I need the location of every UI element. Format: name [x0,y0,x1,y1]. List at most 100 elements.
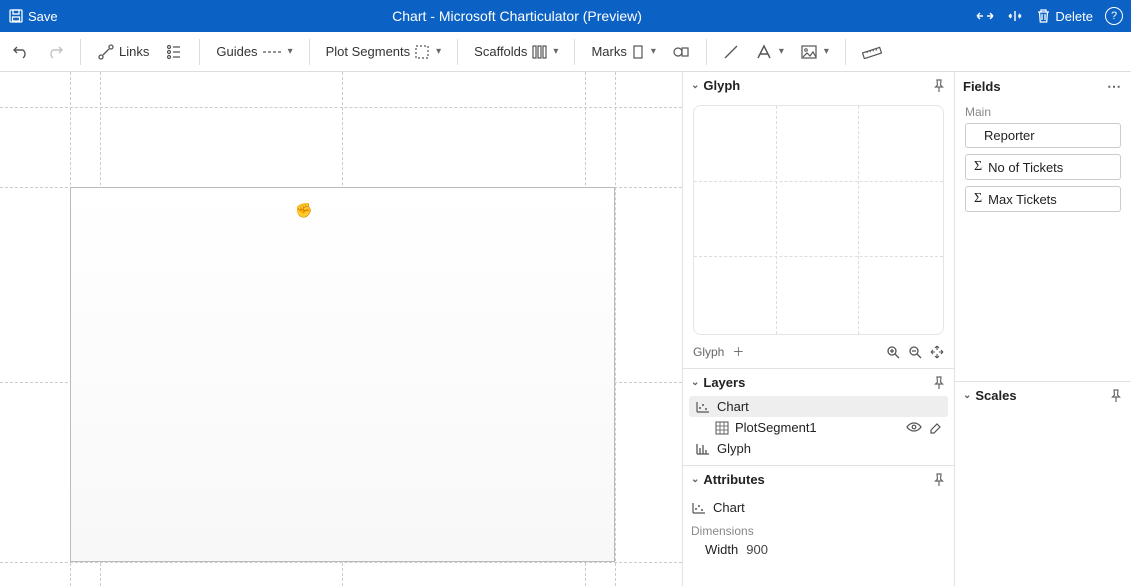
links-label: Links [119,44,149,59]
save-icon [8,8,24,24]
save-button[interactable]: Save [8,8,58,24]
pin-icon[interactable] [932,376,946,390]
save-label: Save [28,9,58,24]
links-button[interactable]: Links [91,39,155,65]
ruler-icon [862,45,882,59]
fit-page-icon[interactable] [1006,9,1024,23]
scaffolds-label: Scaffolds [474,44,527,59]
glyph-footer-label: Glyph [693,345,724,359]
main-area: ✊ ⌄ Glyph Glyph ＋ [0,72,1131,586]
guide-line-icon [262,47,282,57]
collapse-toggle[interactable]: ⌄ [691,377,699,388]
attr-width-input[interactable] [746,542,806,557]
layer-label: PlotSegment1 [735,420,817,435]
undo-button[interactable] [6,39,36,65]
plot-segments-label: Plot Segments [326,44,411,59]
field-reporter[interactable]: Reporter [965,123,1121,148]
text-mark-button[interactable]: ▾ [749,39,790,65]
image-mark-button[interactable]: ▾ [794,40,835,64]
guides-button[interactable]: Guides ▾ [210,40,298,63]
layer-label: Glyph [717,441,751,456]
guides-label: Guides [216,44,257,59]
symbol-mark-button[interactable] [666,39,696,65]
field-max-tickets[interactable]: ΣMax Tickets [965,186,1121,212]
trash-icon [1036,8,1051,24]
undo-icon [12,43,30,61]
sigma-icon: Σ [974,159,982,175]
chevron-down-icon: ▾ [436,46,441,57]
glyph-panel: ⌄ Glyph Glyph ＋ [683,72,954,369]
layer-row-chart[interactable]: Chart [689,396,948,417]
visibility-toggle[interactable] [906,421,922,435]
fit-horizontal-icon[interactable] [976,9,994,23]
chart-canvas[interactable]: ✊ [0,72,683,586]
chevron-down-icon: ▾ [553,46,558,57]
delete-label: Delete [1055,9,1093,24]
pin-icon[interactable] [932,473,946,487]
attributes-panel-title: Attributes [703,472,764,487]
zoom-fit-button[interactable] [930,345,944,359]
chevron-down-icon: ▾ [779,46,784,57]
glyph-panel-title: Glyph [703,78,740,93]
redo-icon [46,43,64,61]
text-icon [755,43,773,61]
glyph-icon [695,442,711,456]
legend-button[interactable] [159,39,189,65]
scaffolds-button[interactable]: Scaffolds ▾ [468,40,564,64]
delete-button[interactable]: Delete [1036,8,1093,24]
links-icon [97,43,115,61]
window-title: Chart - Microsoft Charticulator (Preview… [58,8,977,24]
layer-row-plotsegment[interactable]: PlotSegment1 [689,417,948,438]
attr-width-label: Width [705,542,738,557]
chevron-down-icon: ▾ [824,46,829,57]
plot-segment-rect[interactable] [70,187,615,562]
legend-icon [165,43,183,61]
symbol-icon [672,43,690,61]
marks-button[interactable]: Marks ▾ [585,40,661,64]
layer-label: Chart [717,399,749,414]
attr-scope-label: Chart [713,500,745,515]
image-icon [800,44,818,60]
zoom-out-button[interactable] [908,345,922,359]
layer-row-glyph[interactable]: Glyph [689,438,948,459]
ruler-button[interactable] [856,41,888,63]
attr-scope-chart[interactable]: Chart [691,497,946,518]
fields-panel: Fields ⋯ Main Reporter ΣNo of Tickets ΣM… [955,72,1131,382]
region-icon [414,44,430,60]
scaffold-icon [531,44,547,60]
fields-panel-title: Fields [963,79,1001,94]
scales-panel: ⌄ Scales [955,382,1131,586]
erase-button[interactable] [928,421,942,435]
layers-panel-title: Layers [703,375,745,390]
chevron-down-icon: ▾ [288,46,293,57]
attributes-panel: ⌄ Attributes Chart Dimensions Width [683,466,954,586]
attr-section-label: Dimensions [691,524,946,538]
scales-panel-title: Scales [975,388,1016,403]
chart-icon [695,400,711,414]
more-button[interactable]: ⋯ [1107,78,1123,95]
layers-panel: ⌄ Layers Chart PlotSegment1 [683,369,954,466]
chevron-down-icon: ▾ [651,46,656,57]
pin-icon[interactable] [1109,389,1123,403]
grid-icon [715,421,729,435]
glyph-editor[interactable] [693,105,944,335]
titlebar: Save Chart - Microsoft Charticulator (Pr… [0,0,1131,32]
pin-icon[interactable] [932,79,946,93]
marks-label: Marks [591,44,626,59]
zoom-in-button[interactable] [886,345,900,359]
toolbar: Links Guides ▾ Plot Segments ▾ Scaffolds… [0,32,1131,72]
field-no-of-tickets[interactable]: ΣNo of Tickets [965,154,1121,180]
redo-button[interactable] [40,39,70,65]
plot-segments-button[interactable]: Plot Segments ▾ [320,40,448,64]
collapse-toggle[interactable]: ⌄ [963,390,971,401]
chart-icon [691,501,707,515]
collapse-toggle[interactable]: ⌄ [691,80,699,91]
collapse-toggle[interactable]: ⌄ [691,474,699,485]
help-button[interactable]: ? [1105,7,1123,25]
fields-group-label: Main [965,105,1121,119]
add-glyph-button[interactable]: ＋ [732,343,744,360]
line-mark-button[interactable] [717,40,745,64]
rect-mark-icon [631,44,645,60]
line-icon [723,44,739,60]
sigma-icon: Σ [974,191,982,207]
